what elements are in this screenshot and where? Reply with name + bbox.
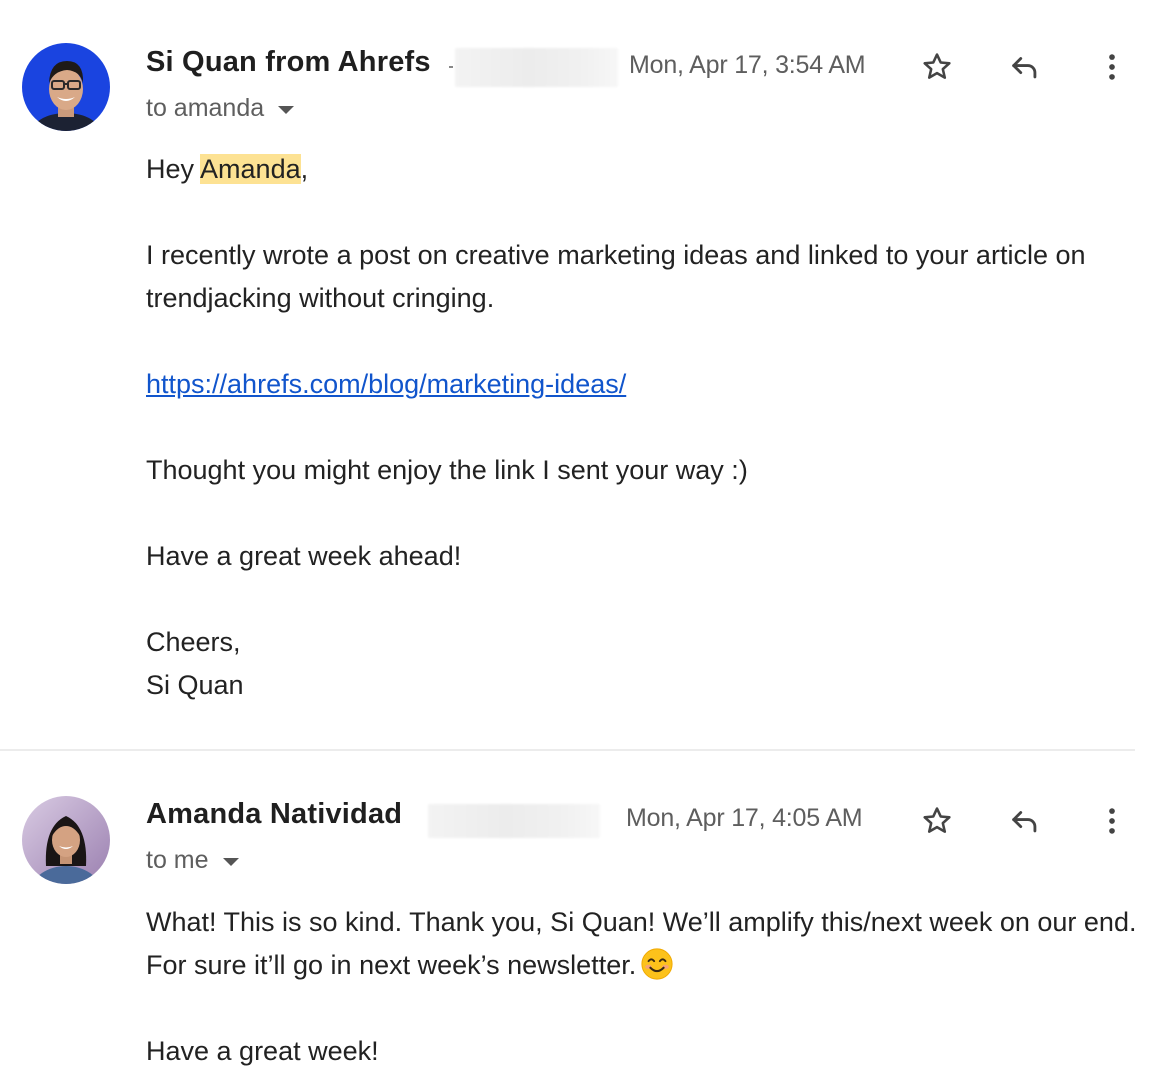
body-paragraph: Have a great week! [146, 1036, 379, 1066]
body-paragraph: I recently wrote a post on creative mark… [146, 240, 1086, 313]
sender-avatar[interactable] [22, 43, 110, 131]
sender-name[interactable]: Amanda Natividad [146, 798, 402, 831]
body-paragraph: Have a great week ahead! [146, 541, 462, 571]
message-divider [0, 749, 1135, 751]
email-message-1: Si Quan from Ahrefs Mon, Apr 17, 3:54 AM… [0, 0, 1164, 750]
greeting: Hey Amanda, [146, 148, 1146, 191]
recipient-details-toggle[interactable]: to amanda [146, 94, 295, 123]
greeting-prefix: Hey [146, 154, 201, 184]
body-paragraph: Thought you might enjoy the link I sent … [146, 455, 748, 485]
star-button[interactable] [915, 799, 959, 843]
smiling-face-emoji-icon [641, 948, 673, 980]
caret-down-icon [222, 857, 239, 866]
more-options-button[interactable] [1090, 799, 1134, 843]
message-timestamp[interactable]: Mon, Apr 17, 3:54 AM [629, 51, 866, 80]
message-body: Hey Amanda, I recently wrote a post on c… [146, 148, 1146, 707]
highlighted-name: Amanda [200, 154, 301, 184]
redacted-sender-email [428, 804, 600, 838]
recipient-label: to me [146, 846, 209, 874]
reply-button[interactable] [1003, 799, 1047, 843]
message-body: What! This is so kind. Thank you, Si Qua… [146, 901, 1146, 1073]
star-icon [923, 807, 951, 833]
more-vert-icon [1109, 808, 1115, 834]
reply-button[interactable] [1003, 45, 1047, 89]
avatar-photo-si-quan [22, 43, 110, 131]
redacted-sender-email [455, 48, 618, 87]
star-button[interactable] [915, 45, 959, 89]
greeting-suffix: , [300, 154, 309, 184]
more-vert-icon [1109, 54, 1115, 80]
recipient-label: to amanda [146, 94, 265, 122]
reply-icon [1012, 57, 1037, 79]
message-timestamp[interactable]: Mon, Apr 17, 4:05 AM [626, 804, 863, 833]
article-link[interactable]: https://ahrefs.com/blog/marketing-ideas/ [146, 369, 626, 399]
sender-name[interactable]: Si Quan from Ahrefs [146, 46, 431, 79]
avatar-photo-amanda [22, 796, 110, 884]
reply-icon [1012, 811, 1037, 833]
star-icon [923, 53, 951, 79]
email-message-2: Amanda Natividad Mon, Apr 17, 4:05 AM to… [0, 752, 1164, 1076]
recipient-details-toggle[interactable]: to me [146, 846, 239, 875]
sender-avatar[interactable] [22, 796, 110, 884]
sender-email-separator [449, 66, 453, 68]
signature: Si Quan [146, 670, 244, 700]
body-paragraph: What! This is so kind. Thank you, Si Qua… [146, 901, 1146, 987]
caret-down-icon [278, 105, 295, 114]
more-options-button[interactable] [1090, 45, 1134, 89]
signoff: Cheers, [146, 627, 241, 657]
